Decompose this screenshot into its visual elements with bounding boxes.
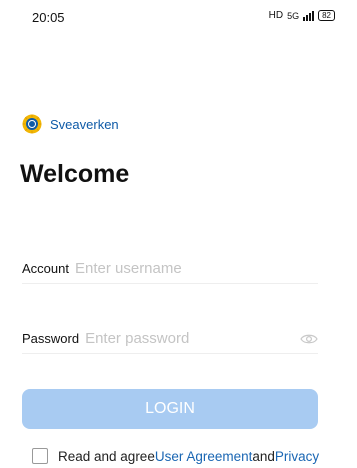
- agree-checkbox[interactable]: [32, 448, 48, 464]
- signal-icon: [303, 10, 315, 21]
- password-input[interactable]: [85, 330, 296, 347]
- user-agreement-link[interactable]: User Agreement: [155, 449, 253, 464]
- account-label: Account: [22, 261, 69, 276]
- eye-icon[interactable]: [300, 333, 318, 345]
- sveaverken-logo-icon: [22, 114, 42, 134]
- status-icons: HD 5G 82: [269, 10, 335, 21]
- privacy-link[interactable]: Privacy: [275, 449, 319, 464]
- page-title: Welcome: [20, 160, 130, 188]
- login-button[interactable]: LOGIN: [22, 389, 318, 429]
- password-label: Password: [22, 331, 80, 346]
- brand-name: Sveaverken: [50, 116, 119, 132]
- battery-icon: 82: [318, 10, 335, 21]
- network-type-badge: 5G: [287, 10, 300, 21]
- agree-text: Read and agree: [58, 448, 155, 464]
- hd-badge: HD: [268, 10, 284, 21]
- status-bar: 20:05 HD 5G 82: [0, 0, 357, 34]
- username-input[interactable]: [74, 260, 318, 277]
- battery-level: 82: [322, 10, 331, 20]
- status-time: 20:05: [32, 10, 65, 25]
- account-field-row: Account: [22, 254, 318, 284]
- agree-conjunction: and: [252, 448, 275, 464]
- password-field-row: Password: [22, 324, 318, 354]
- brand: Sveaverken: [22, 114, 119, 134]
- agreement: Read and agree User Agreement and Privac…: [32, 448, 319, 464]
